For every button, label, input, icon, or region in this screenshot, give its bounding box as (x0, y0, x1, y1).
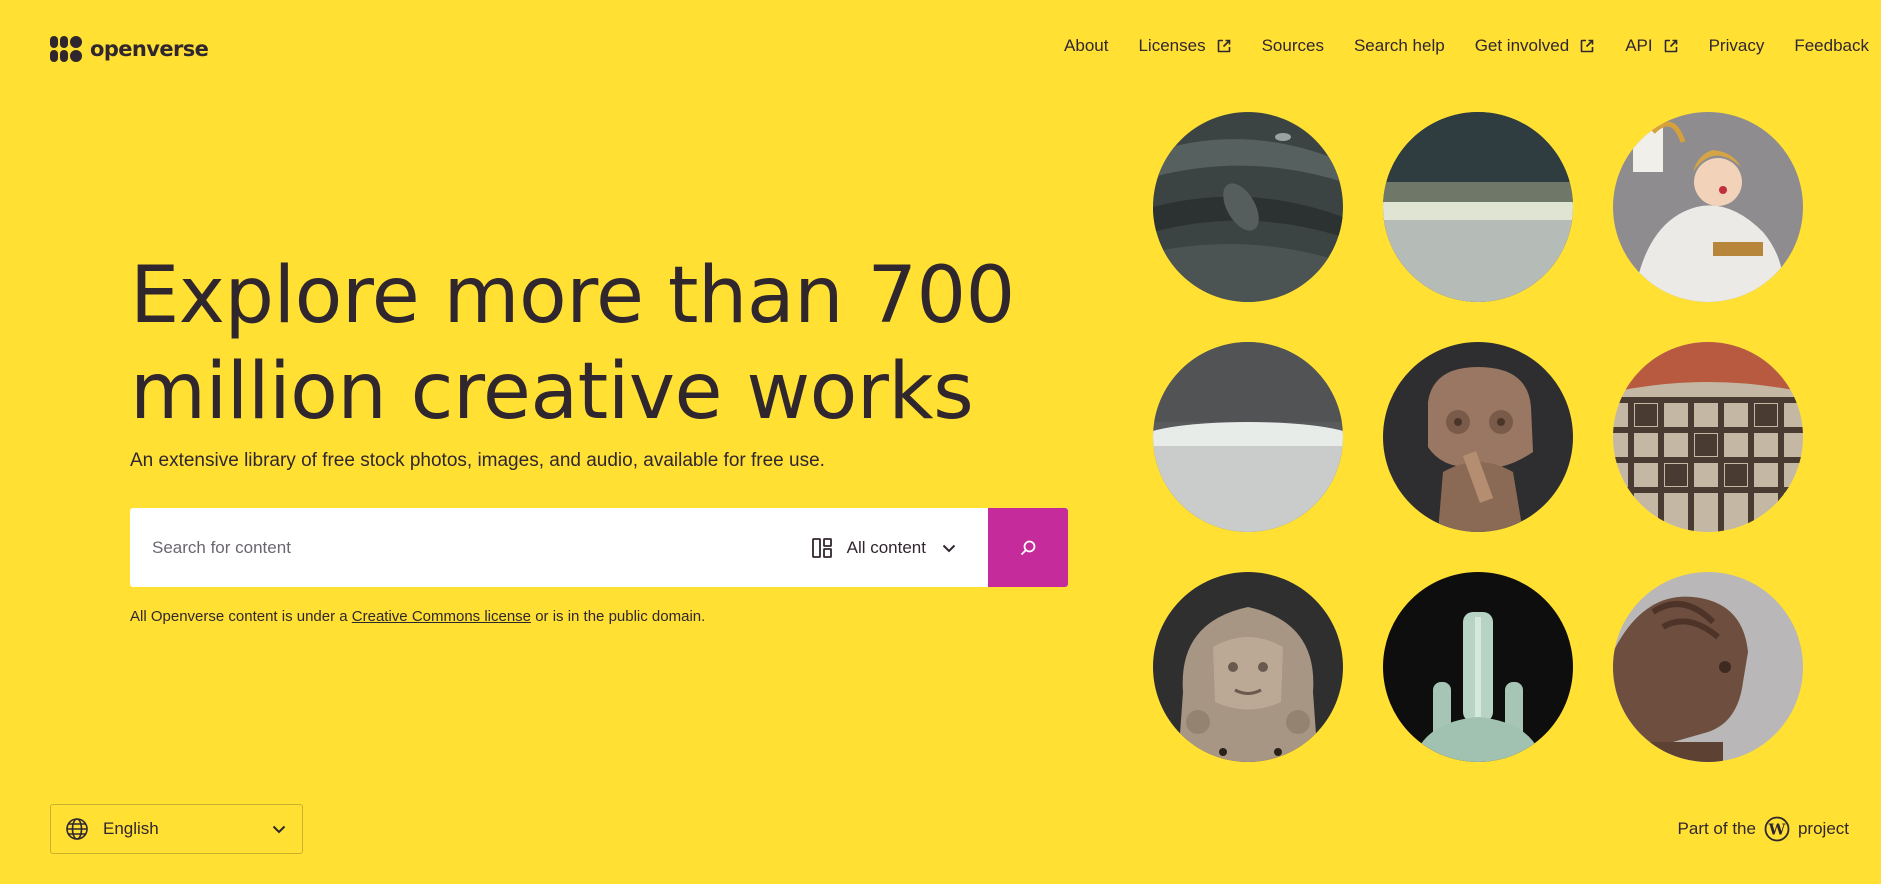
search-input[interactable] (130, 508, 791, 587)
nav-label: API (1625, 36, 1653, 55)
nav-label: Get involved (1474, 36, 1570, 55)
nav-link-sources[interactable]: Sources (1262, 36, 1324, 56)
openverse-logo[interactable]: openverse (50, 36, 209, 62)
license-note-text: All Openverse content is under a (130, 608, 352, 625)
external-link-icon (1664, 39, 1677, 53)
gallery-image-stone-plaque-face[interactable] (1153, 572, 1343, 762)
headline-line-1: Explore more than 700 (130, 251, 1015, 341)
gallery-image-celadon-bowl[interactable] (1383, 112, 1573, 302)
nav-label: Feedback (1794, 36, 1869, 55)
nav-link-feedback[interactable]: Feedback (1794, 36, 1869, 56)
license-note-text: or is in the public domain. (531, 608, 706, 625)
wordpress-icon[interactable]: W (1764, 816, 1790, 842)
nav-link-privacy[interactable]: Privacy (1709, 36, 1765, 56)
featured-images-gallery (1153, 112, 1803, 762)
nav-link-get-involved[interactable]: Get involved (1475, 36, 1596, 56)
license-note: All Openverse content is under a Creativ… (130, 608, 705, 625)
gallery-image-white-porcelain-bowl[interactable] (1153, 342, 1343, 532)
gallery-image-dark-stone-vessel[interactable] (1153, 112, 1343, 302)
headline-line-2: million creative works (130, 347, 974, 437)
nav-label: Licenses (1138, 36, 1206, 55)
content-type-label: All content (846, 537, 926, 557)
external-link-icon (1217, 39, 1230, 53)
svg-text:W: W (1768, 821, 1787, 839)
external-link-icon (1580, 39, 1594, 53)
globe-icon (66, 818, 88, 840)
creative-commons-license-link[interactable]: Creative Commons license (352, 608, 531, 625)
page-headline: Explore more than 700 million creative w… (130, 248, 1015, 440)
content-layout-icon (811, 537, 832, 558)
gallery-image-painted-pottery-bowl[interactable] (1613, 342, 1803, 532)
gallery-image-porcelain-figurine[interactable] (1613, 112, 1803, 302)
chevron-down-icon (942, 544, 956, 552)
nav-link-search-help[interactable]: Search help (1354, 36, 1445, 56)
search-button[interactable] (988, 508, 1068, 587)
search-form: All content (130, 508, 1068, 587)
gallery-image-clay-head[interactable] (1613, 572, 1803, 762)
nav-label: Search help (1353, 36, 1445, 55)
wordpress-project-note: Part of the W project (1678, 816, 1849, 842)
language-label: English (103, 819, 159, 838)
content-type-select[interactable]: All content (791, 508, 988, 587)
language-select[interactable]: English (50, 804, 303, 854)
gallery-image-clay-figure[interactable] (1383, 342, 1573, 532)
nav-label: Sources (1261, 36, 1324, 55)
search-icon (1020, 540, 1036, 555)
openverse-logo-icon (50, 36, 82, 62)
nav-link-licenses[interactable]: Licenses (1138, 36, 1231, 56)
chevron-down-icon (272, 825, 286, 834)
nav-label: Privacy (1708, 36, 1765, 55)
nav-label: About (1064, 36, 1109, 55)
wp-note-text: Part of the (1677, 819, 1756, 838)
logo-text: openverse (90, 37, 209, 61)
hero-subtitle: An extensive library of free stock photo… (130, 450, 825, 471)
gallery-image-celadon-vase[interactable] (1383, 572, 1573, 762)
nav-link-about[interactable]: About (1064, 36, 1108, 56)
wp-note-text: project (1797, 819, 1849, 838)
main-nav: About Licenses Sources Search help Get i… (1064, 36, 1869, 56)
nav-link-api[interactable]: API (1625, 36, 1678, 56)
